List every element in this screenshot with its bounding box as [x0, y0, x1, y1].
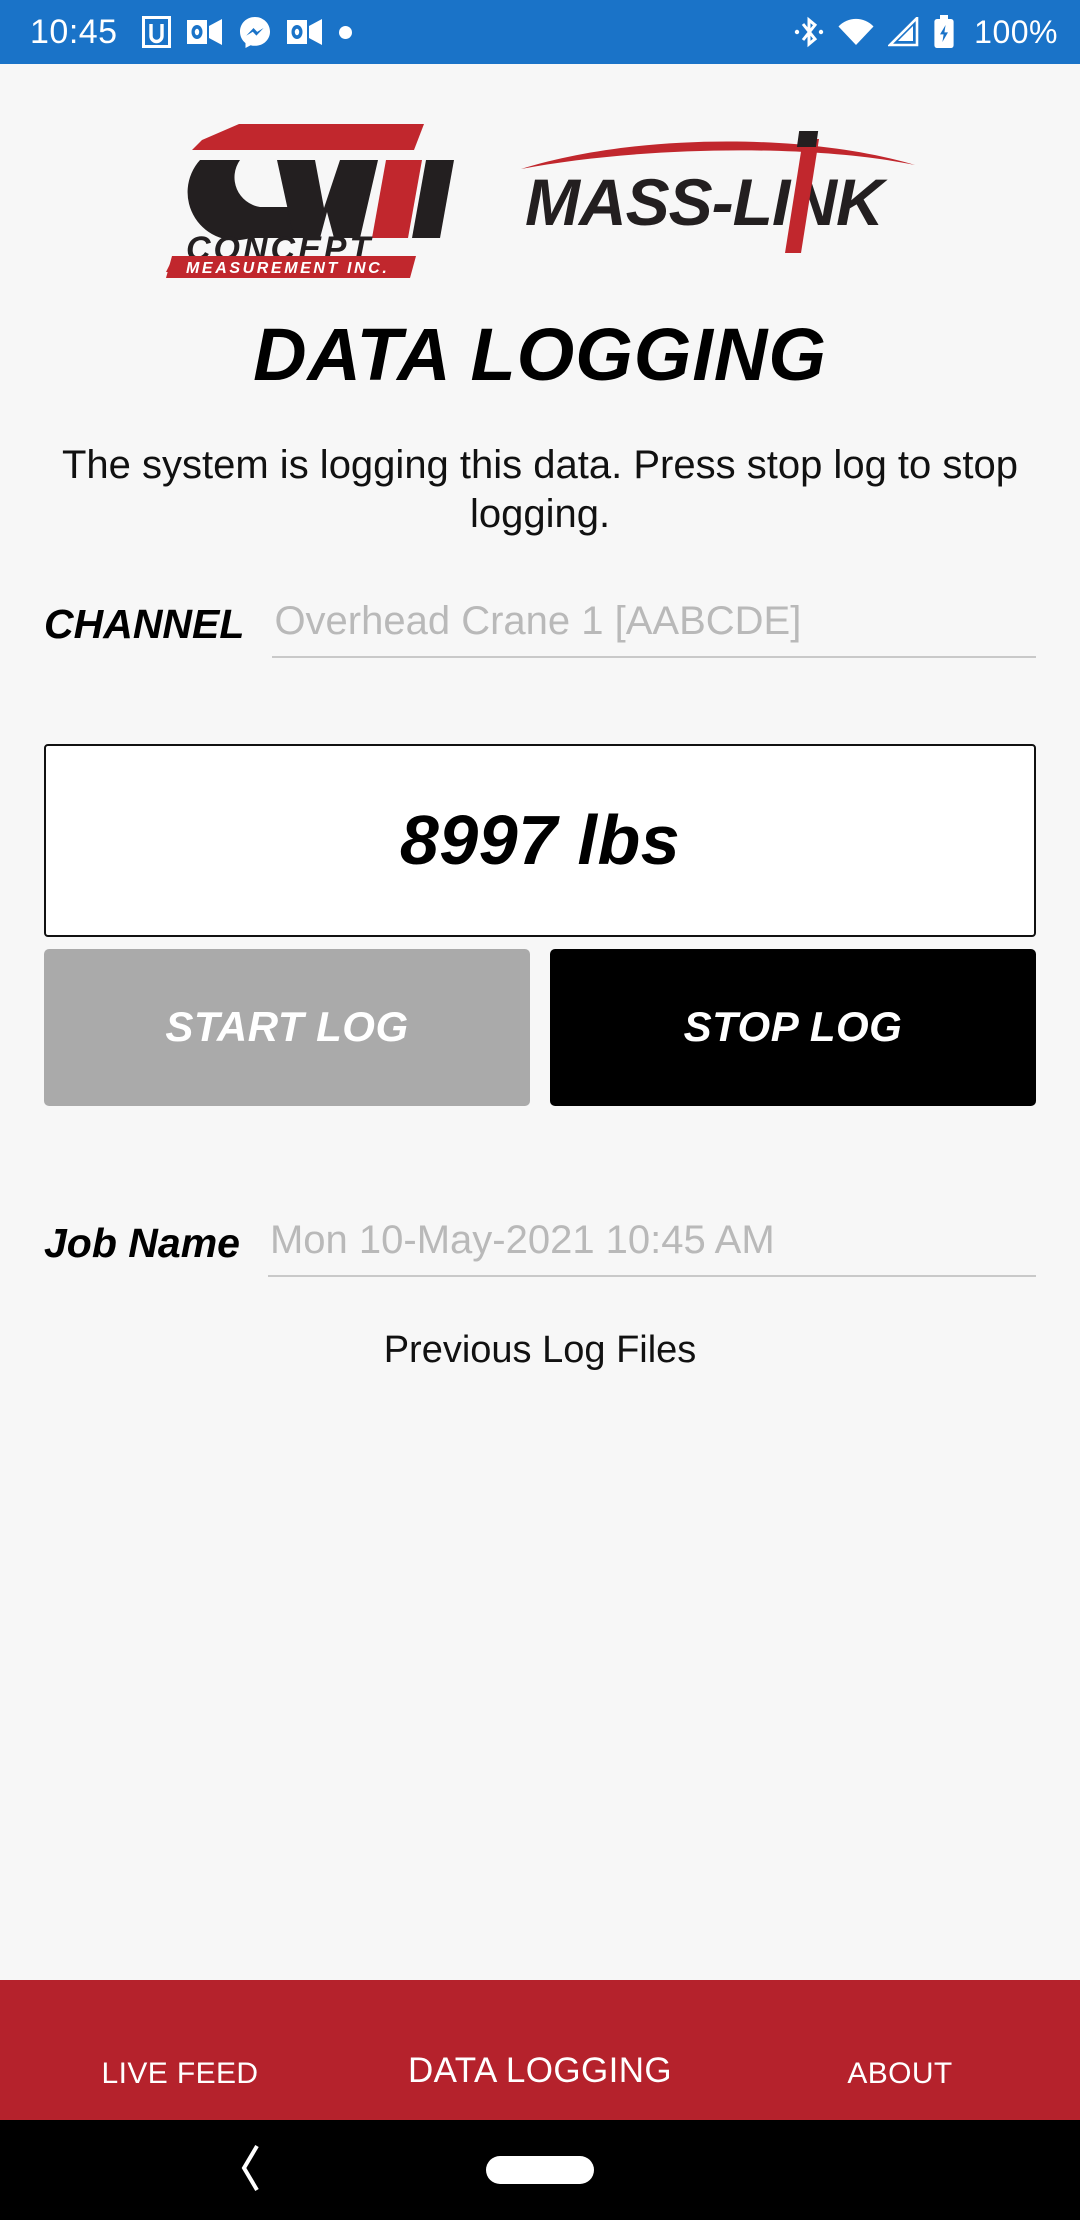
cmi-logo: CONCEPT MEASUREMENT INC. [164, 112, 459, 278]
channel-field-row: CHANNEL [44, 598, 1036, 658]
job-name-field-row: Job Name [44, 1217, 1036, 1277]
channel-input[interactable] [272, 598, 1036, 658]
tab-data-logging[interactable]: DATA LOGGING [360, 2051, 720, 2120]
back-icon[interactable] [236, 2142, 266, 2199]
status-bar-notification-icons [141, 16, 352, 48]
android-nav-bar [0, 2120, 1080, 2220]
dot-icon [338, 25, 352, 39]
page-description: The system is logging this data. Press s… [61, 443, 1019, 536]
bluetooth-icon [794, 15, 824, 49]
job-name-input-wrap [267, 1217, 1036, 1277]
start-log-button[interactable]: START LOG [44, 948, 530, 1106]
status-bar-system-icons: 100% [794, 14, 1058, 51]
channel-input-wrap [272, 598, 1036, 658]
weight-display-box: 8997 lbs [44, 743, 1036, 937]
app-content: CONCEPT MEASUREMENT INC. MASS-LINK DATA … [0, 64, 1080, 1980]
u-app-icon [141, 16, 171, 48]
stop-log-button[interactable]: STOP LOG [550, 948, 1036, 1106]
svg-text:MEASUREMENT INC.: MEASUREMENT INC. [186, 260, 389, 277]
status-bar: 10:45 100% [0, 0, 1080, 64]
status-bar-clock: 10:45 [30, 12, 118, 51]
page-title: DATA LOGGING [253, 313, 827, 396]
tab-about[interactable]: ABOUT [720, 2057, 1080, 2120]
job-name-label: Job Name [44, 1219, 240, 1266]
outlook-icon [286, 17, 323, 47]
job-name-input[interactable] [267, 1217, 1036, 1277]
wifi-icon [837, 17, 875, 47]
bottom-tab-bar: LIVE FEED DATA LOGGING ABOUT [0, 1980, 1080, 2120]
battery-charging-icon [933, 15, 955, 49]
mass-link-logo: MASS-LINK [517, 125, 917, 260]
logo-row: CONCEPT MEASUREMENT INC. MASS-LINK [0, 64, 1080, 278]
log-controls: START LOG STOP LOG [44, 948, 1036, 1106]
home-pill-icon[interactable] [486, 2156, 594, 2184]
cell-signal-icon [888, 17, 920, 47]
weight-value: 8997 lbs [399, 801, 681, 880]
previous-log-files-link[interactable]: Previous Log Files [0, 1329, 1080, 1372]
phone-screen: 10:45 100% CONCEPT MEASUREMENT INC. MASS… [0, 0, 1080, 2220]
battery-percent-label: 100% [974, 13, 1058, 50]
outlook-icon [186, 17, 223, 47]
svg-text:MASS-LINK: MASS-LINK [525, 165, 888, 239]
channel-label: CHANNEL [44, 600, 245, 647]
messenger-icon [239, 16, 271, 48]
tab-live-feed[interactable]: LIVE FEED [0, 2057, 360, 2120]
